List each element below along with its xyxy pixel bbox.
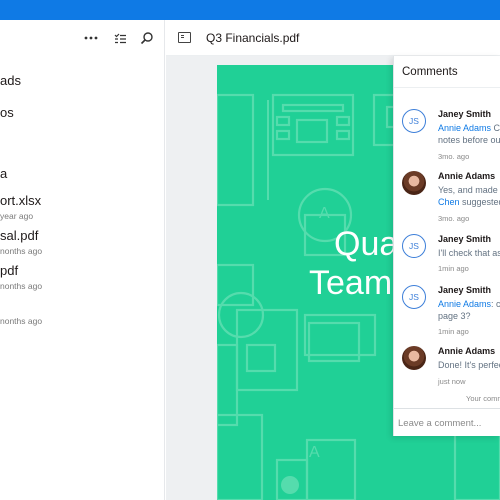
viewer-header: Q3 Financials.pdf	[166, 20, 500, 56]
mention-link[interactable]: Annie Adams	[438, 299, 491, 309]
list-item[interactable]: sal.pdf nonths ago	[0, 228, 164, 264]
svg-text:A: A	[309, 444, 320, 461]
avatar	[402, 171, 426, 195]
list-item[interactable]: pdf nonths ago	[0, 263, 164, 299]
mention-link[interactable]: Chen	[438, 197, 460, 207]
comment-text: I'll check that as	[438, 248, 500, 258]
comments-panel: Comments JS Janey Smith Annie Adams Ca n…	[393, 56, 500, 436]
comment-input-area	[394, 408, 500, 436]
sidebar-toggle-icon[interactable]	[178, 32, 191, 43]
comments-footnote: Your comm	[466, 394, 500, 403]
search-icon[interactable]	[137, 28, 157, 48]
comment-text: Done! It's perfec	[438, 360, 500, 370]
comment-text: Yes, and made su Chen suggested	[438, 185, 500, 207]
file-name: pdf	[0, 263, 19, 278]
file-list-toolbar	[0, 20, 164, 56]
file-modified: nonths ago	[0, 316, 43, 326]
file-modified: nonths ago	[0, 246, 43, 256]
list-item[interactable]: nonths ago	[0, 298, 164, 334]
list-item[interactable]: ads	[0, 73, 164, 109]
comment-author: Annie Adams	[438, 171, 496, 181]
file-name: a	[0, 166, 8, 181]
comment-author: Janey Smith	[438, 109, 492, 119]
checklist-icon[interactable]	[110, 28, 130, 48]
avatar: JS	[402, 234, 426, 258]
comment-author: Janey Smith	[438, 234, 492, 244]
document-title-line1: Qua	[334, 225, 399, 263]
file-modified: year ago	[0, 211, 34, 221]
comment-timestamp: 1min ago	[438, 264, 469, 273]
comments-header: Comments	[394, 56, 500, 88]
comment-timestamp: 3mo. ago	[438, 152, 470, 161]
comment-timestamp: 1min ago	[438, 327, 469, 336]
comment-author: Annie Adams	[438, 346, 496, 356]
document-title-line2: Team	[309, 264, 393, 302]
file-modified: nonths ago	[0, 281, 43, 291]
file-name: ads	[0, 73, 21, 88]
svg-text:A: A	[319, 205, 330, 222]
file-list-pane: ads os a ort.xlsx year ago sal.pdf nonth…	[0, 20, 165, 500]
mention-link[interactable]: Annie Adams	[438, 123, 491, 133]
comments-title: Comments	[402, 66, 458, 78]
avatar: JS	[402, 285, 426, 309]
file-title: Q3 Financials.pdf	[206, 31, 300, 45]
avatar: JS	[402, 109, 426, 133]
more-horizontal-icon[interactable]	[81, 28, 101, 48]
file-name: os	[0, 105, 14, 120]
file-name: ort.xlsx	[0, 193, 42, 208]
top-accent-bar	[0, 0, 500, 20]
comment-timestamp: 3mo. ago	[438, 214, 470, 223]
comment-timestamp: just now	[438, 377, 466, 386]
list-item[interactable]: os	[0, 105, 164, 141]
comment-text: Annie Adams Ca notes before our	[438, 123, 500, 145]
list-item[interactable]: ort.xlsx year ago	[0, 193, 164, 229]
avatar	[402, 346, 426, 370]
comment-author: Janey Smith	[438, 285, 492, 295]
comment-input[interactable]	[398, 415, 498, 431]
file-name: sal.pdf	[0, 228, 39, 243]
comment-text: Annie Adams: ca page 3?	[438, 299, 500, 321]
